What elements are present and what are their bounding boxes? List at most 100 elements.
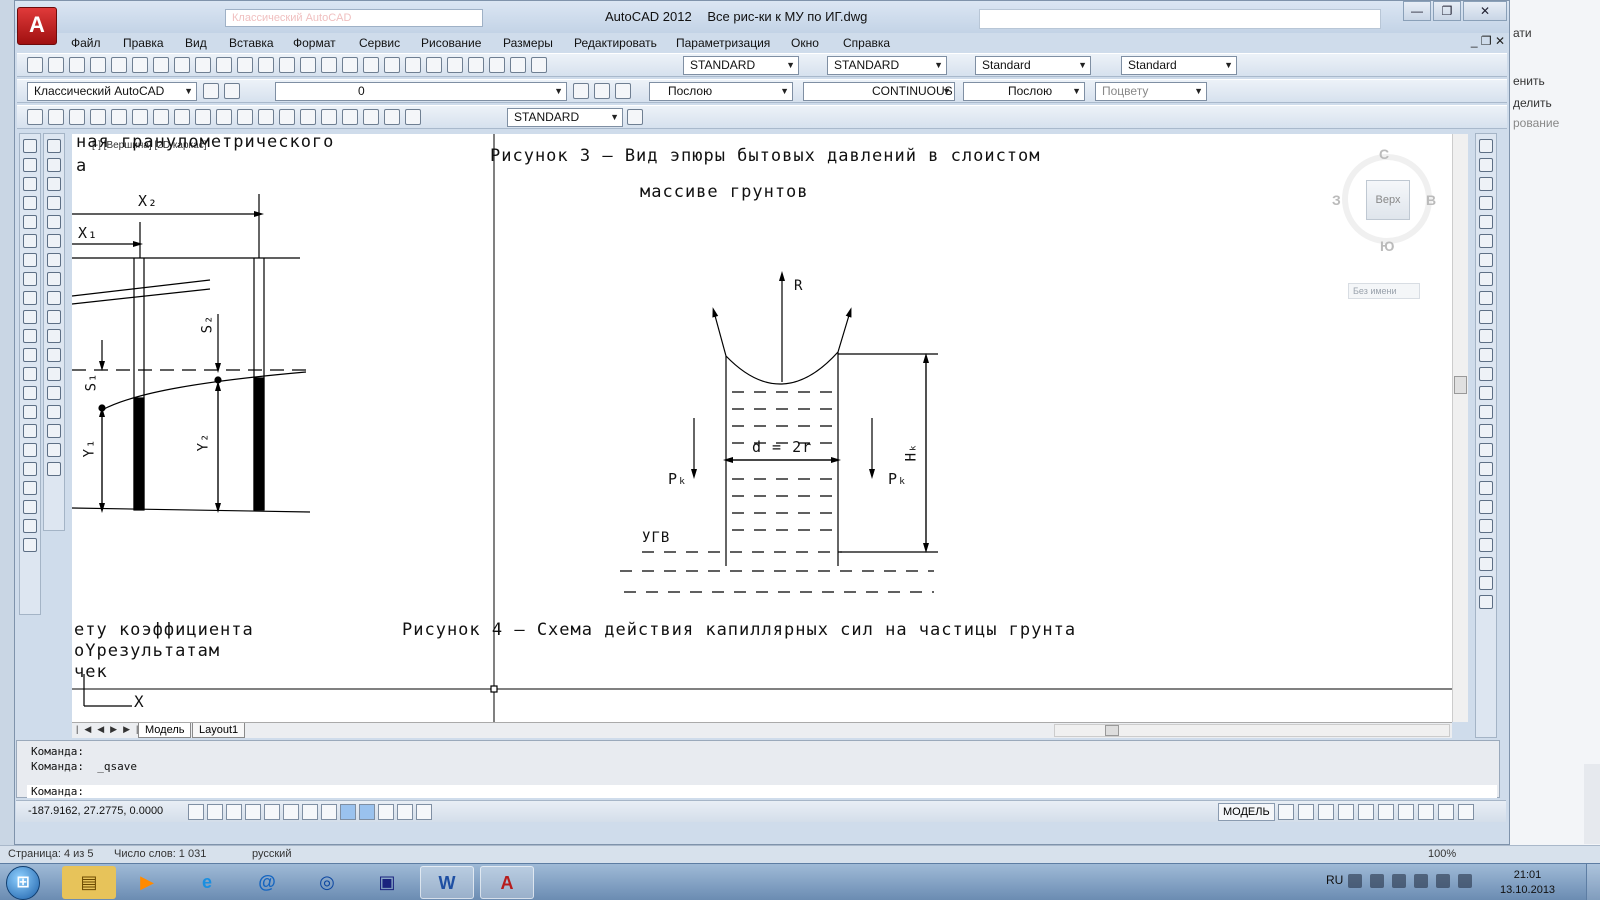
mtext-icon[interactable] xyxy=(23,481,37,495)
dim-text-edit-icon[interactable] xyxy=(384,109,400,125)
help-icon[interactable] xyxy=(531,57,547,73)
baseline-dim-icon[interactable] xyxy=(216,109,232,125)
properties-icon[interactable] xyxy=(405,57,421,73)
markup-icon[interactable] xyxy=(489,57,505,73)
offset-icon[interactable] xyxy=(47,196,61,210)
snap-endpoint-icon[interactable] xyxy=(1479,177,1493,191)
mirror-icon[interactable] xyxy=(47,177,61,191)
radius-dim-icon[interactable] xyxy=(111,109,127,125)
quick-view-layouts-icon[interactable] xyxy=(1278,804,1294,820)
new-icon[interactable] xyxy=(27,57,43,73)
center-mark-icon[interactable] xyxy=(300,109,316,125)
gradient-icon[interactable] xyxy=(23,424,37,438)
quick-view-drawings-icon[interactable] xyxy=(1298,804,1314,820)
snap-nearest-icon[interactable] xyxy=(1479,405,1493,419)
jogged-linear-icon[interactable] xyxy=(342,109,358,125)
word-ribbon-item[interactable]: ати xyxy=(1513,26,1532,40)
explode-icon[interactable] xyxy=(47,462,61,476)
tolerance-icon[interactable] xyxy=(279,109,295,125)
match-properties-icon[interactable] xyxy=(237,57,253,73)
menu-edit[interactable]: Правка xyxy=(123,36,164,50)
ucs-object-icon[interactable] xyxy=(1479,538,1493,552)
language-indicator[interactable]: RU xyxy=(1326,873,1343,887)
ucs-face-icon[interactable] xyxy=(1479,519,1493,533)
internet-explorer-taskbar-icon[interactable]: e xyxy=(180,866,234,899)
color-select[interactable]: Послою ▼ xyxy=(649,82,793,101)
system-clock[interactable]: 21:01 13.10.2013 xyxy=(1500,868,1555,898)
text-style-select[interactable]: STANDARD ▼ xyxy=(683,56,799,75)
compass-west[interactable]: З xyxy=(1332,192,1341,208)
snap-from-icon[interactable] xyxy=(1479,158,1493,172)
blend-icon[interactable] xyxy=(47,443,61,457)
show-desktop-button[interactable] xyxy=(1586,864,1600,900)
save-icon[interactable] xyxy=(69,57,85,73)
horizontal-scroll-thumb[interactable] xyxy=(1105,725,1119,736)
plot-icon[interactable] xyxy=(90,57,106,73)
ellipse-arc-icon[interactable] xyxy=(23,329,37,343)
power-icon[interactable] xyxy=(1414,874,1428,888)
menu-modify[interactable]: Редактировать xyxy=(574,36,657,50)
snap-parallel-icon[interactable] xyxy=(1479,348,1493,362)
snap-insert-icon[interactable] xyxy=(1479,367,1493,381)
drawing-area[interactable]: [-] [Вершина] [2D каркас] ная грануломет… xyxy=(72,134,1452,722)
make-current-icon[interactable] xyxy=(573,83,589,99)
trim-icon[interactable] xyxy=(47,310,61,324)
linetype-select[interactable]: CONTINUOUS ▼ xyxy=(803,82,955,101)
word-ribbon-item[interactable]: делить xyxy=(1513,96,1552,110)
add-selected-icon[interactable] xyxy=(23,500,37,514)
polar-tracking-icon[interactable] xyxy=(245,804,261,820)
infocenter-search[interactable] xyxy=(979,9,1381,29)
word-zoom-status[interactable]: 100% xyxy=(1428,848,1456,860)
osnap-settings-icon[interactable] xyxy=(1479,443,1493,457)
extend-icon[interactable] xyxy=(47,329,61,343)
arc-icon[interactable] xyxy=(23,234,37,248)
tab-navigation-arrows[interactable]: |◀◀▶▶| xyxy=(76,724,144,735)
break-point-icon[interactable] xyxy=(47,348,61,362)
array-icon[interactable] xyxy=(47,215,61,229)
word-scrollbar[interactable] xyxy=(1584,764,1600,844)
viewcube-top-face[interactable]: Верх xyxy=(1366,180,1410,220)
construction-line-icon[interactable] xyxy=(23,158,37,172)
ucs-icon[interactable] xyxy=(1479,462,1493,476)
join-icon[interactable] xyxy=(47,386,61,400)
design-center-icon[interactable] xyxy=(426,57,442,73)
horizontal-scrollbar[interactable] xyxy=(1054,724,1450,737)
zoom-previous-icon[interactable] xyxy=(384,57,400,73)
mail-taskbar-icon[interactable]: @ xyxy=(240,866,294,899)
hardware-acceleration-icon[interactable] xyxy=(1398,804,1414,820)
ucs-origin-icon[interactable] xyxy=(1479,576,1493,590)
make-block-icon[interactable] xyxy=(23,367,37,381)
copy-object-icon[interactable] xyxy=(47,158,61,172)
status-menu-icon[interactable] xyxy=(1438,804,1454,820)
restore-button[interactable]: ❐ xyxy=(1433,1,1461,21)
document-window-controls[interactable]: _ ❐ ✕ xyxy=(1471,34,1505,48)
preview-icon[interactable] xyxy=(111,57,127,73)
word-ribbon-item[interactable]: енить xyxy=(1513,74,1545,88)
ellipse-icon[interactable] xyxy=(23,310,37,324)
workspace-switch-icon[interactable] xyxy=(1358,804,1374,820)
menu-help[interactable]: Справка xyxy=(843,36,890,50)
stretch-icon[interactable] xyxy=(47,291,61,305)
plotstyle-select[interactable]: Поцвету ▼ xyxy=(1095,82,1207,101)
menu-tools[interactable]: Сервис xyxy=(359,36,400,50)
menu-view[interactable]: Вид xyxy=(185,36,207,50)
quick-properties-icon[interactable] xyxy=(397,804,413,820)
hatch-icon[interactable] xyxy=(23,405,37,419)
paste-icon[interactable] xyxy=(216,57,232,73)
word-page-status[interactable]: Страница: 4 из 5 xyxy=(8,848,94,860)
point-icon[interactable] xyxy=(23,386,37,400)
ucs-world-icon[interactable] xyxy=(1479,481,1493,495)
region-icon[interactable] xyxy=(23,443,37,457)
viewcube[interactable]: С Ю З В Верх Без имени xyxy=(1332,144,1442,299)
grid-display-icon[interactable] xyxy=(207,804,223,820)
zoom-window-icon[interactable] xyxy=(363,57,379,73)
snap-none-icon[interactable] xyxy=(1479,424,1493,438)
pan-icon[interactable] xyxy=(321,57,337,73)
move-icon[interactable] xyxy=(47,234,61,248)
tool-palettes-icon[interactable] xyxy=(447,57,463,73)
3d-dwf-icon[interactable] xyxy=(153,57,169,73)
block-editor-icon[interactable] xyxy=(258,57,274,73)
workspace-quick-access[interactable]: Классический AutoCAD xyxy=(225,9,483,27)
network-icon[interactable] xyxy=(1458,874,1472,888)
annotation-visibility-icon[interactable] xyxy=(1338,804,1354,820)
